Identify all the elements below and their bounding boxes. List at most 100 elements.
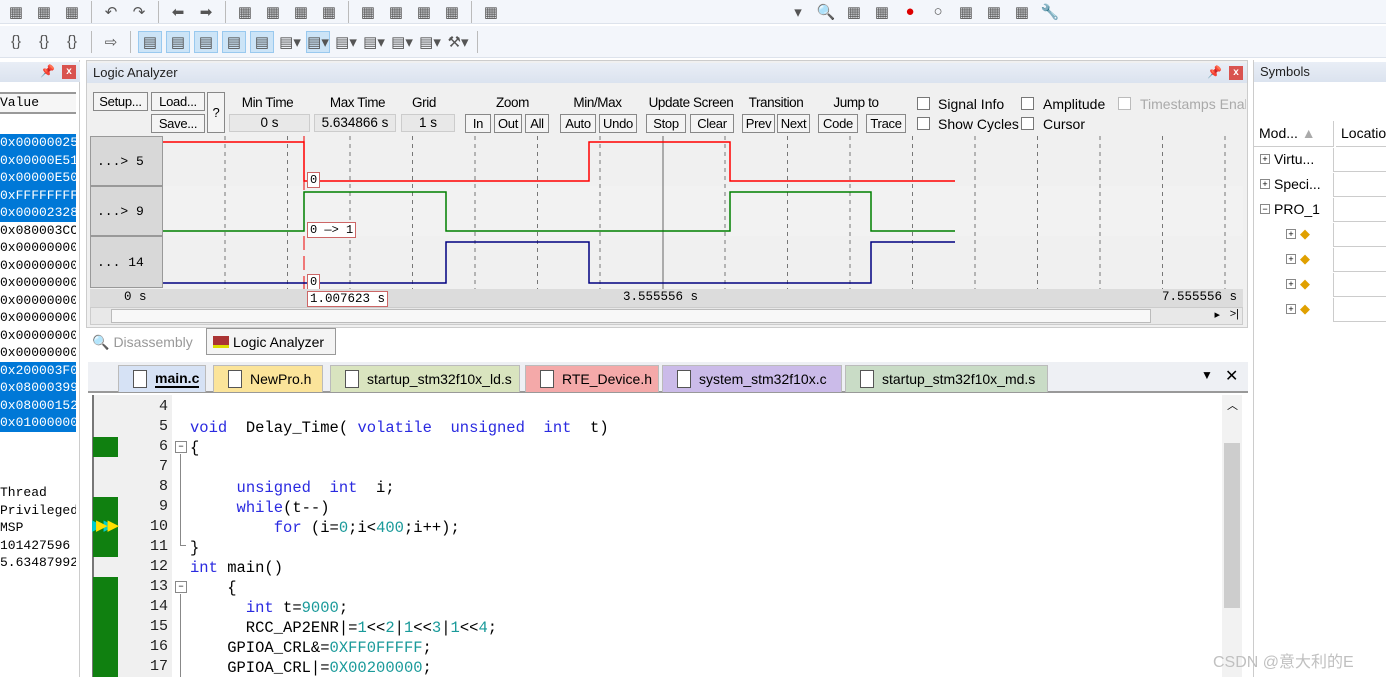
zoom-all-button[interactable]: All bbox=[525, 114, 549, 133]
cut-icon[interactable]: ▦ bbox=[4, 1, 28, 23]
configure-icon[interactable]: 🔧 bbox=[1038, 1, 1062, 23]
trace-window-icon[interactable]: ▤▾ bbox=[390, 31, 414, 53]
memory-window-icon[interactable]: ▤▾ bbox=[306, 30, 330, 53]
register-value[interactable]: 0xFFFFFFFF bbox=[0, 186, 76, 204]
expand-icon[interactable]: + bbox=[1286, 254, 1296, 264]
editor-tab[interactable]: main.c bbox=[118, 365, 206, 392]
code-line[interactable] bbox=[190, 398, 1320, 418]
collapse-icon[interactable]: − bbox=[1260, 204, 1270, 214]
load-button[interactable]: Load... bbox=[151, 92, 205, 111]
find-icon[interactable]: 🔍 bbox=[814, 1, 838, 23]
disassembly-window-icon[interactable]: ▤ bbox=[166, 30, 190, 53]
jump-trace-button[interactable]: Trace bbox=[866, 114, 906, 133]
internal-value[interactable]: 5.63487992 bbox=[0, 554, 76, 572]
bookmark-icon[interactable]: ▦ bbox=[233, 1, 257, 23]
register-value[interactable]: 0x00000025 bbox=[0, 134, 76, 152]
prev-bookmark-icon[interactable]: ▦ bbox=[261, 1, 285, 23]
code-line[interactable]: { bbox=[190, 438, 1320, 458]
expand-icon[interactable]: + bbox=[1260, 154, 1270, 164]
register-value[interactable]: 0x00000000 bbox=[0, 327, 76, 345]
expand-icon[interactable]: + bbox=[1286, 304, 1296, 314]
call-stack-icon[interactable]: ▤ bbox=[250, 30, 274, 53]
analysis-window-icon[interactable]: ▤▾ bbox=[362, 31, 386, 53]
code-line[interactable]: unsigned int i; bbox=[190, 478, 1320, 498]
prev-transition-button[interactable]: Prev bbox=[742, 114, 775, 133]
editor-tab[interactable]: NewPro.h bbox=[213, 365, 323, 392]
amplitude-checkbox[interactable] bbox=[1021, 97, 1034, 110]
navigate-back-icon[interactable]: ⬅ bbox=[166, 1, 190, 23]
code-line[interactable]: GPIOA_CRL&=0XFF0FFFFF; bbox=[190, 638, 1320, 658]
indent-icon[interactable]: ▦ bbox=[356, 1, 380, 23]
breakpoint-icon[interactable]: ● bbox=[898, 1, 922, 23]
next-bookmark-icon[interactable]: ▦ bbox=[289, 1, 313, 23]
scroll-thumb[interactable] bbox=[1224, 443, 1240, 608]
code-line[interactable]: int t=9000; bbox=[190, 598, 1320, 618]
step-icon[interactable]: {} bbox=[4, 31, 28, 53]
register-value[interactable]: 0x00000E51 bbox=[0, 151, 76, 169]
code-line[interactable]: RCC_AP2ENR|=1<<2|1<<3|1<<4; bbox=[190, 618, 1320, 638]
run-to-cursor-icon[interactable]: ⇨ bbox=[99, 31, 123, 53]
kill-breakpoints-icon[interactable]: ▦ bbox=[982, 1, 1006, 23]
expand-icon[interactable]: + bbox=[1286, 279, 1296, 289]
undo-button[interactable]: Undo bbox=[599, 114, 637, 133]
tab-list-dropdown-icon[interactable]: ▼ bbox=[1201, 368, 1213, 382]
code-line[interactable]: int main() bbox=[190, 558, 1320, 578]
register-value[interactable]: 0x00000000 bbox=[0, 344, 76, 362]
symbol-tree-item[interactable]: − PRO_1 bbox=[1260, 201, 1320, 217]
scroll-up-icon[interactable]: ︿ bbox=[1227, 397, 1238, 413]
register-value[interactable]: 0x00000000 bbox=[0, 292, 76, 310]
code-line[interactable] bbox=[190, 458, 1320, 478]
unindent-icon[interactable]: ▦ bbox=[384, 1, 408, 23]
signal-info-checkbox[interactable] bbox=[917, 97, 930, 110]
code-line[interactable]: void Delay_Time( volatile unsigned int t… bbox=[190, 418, 1320, 438]
register-value[interactable]: 0x08000399 bbox=[0, 379, 76, 397]
pin-icon[interactable]: 📌 bbox=[1207, 65, 1222, 79]
internal-value[interactable]: MSP bbox=[0, 519, 76, 537]
uncomment-icon[interactable]: ▦ bbox=[440, 1, 464, 23]
zoom-in-button[interactable]: In bbox=[465, 114, 491, 133]
code-line[interactable]: { bbox=[190, 578, 1320, 598]
code-line[interactable]: while(t--) bbox=[190, 498, 1320, 518]
stop-button[interactable]: Stop bbox=[646, 114, 686, 133]
zoom-out-button[interactable]: Out bbox=[494, 114, 522, 133]
step-over-icon[interactable]: {} bbox=[32, 31, 56, 53]
setup-button[interactable]: Setup... bbox=[93, 92, 148, 111]
internal-value[interactable]: Thread bbox=[0, 484, 76, 502]
register-value[interactable]: 0x08000152 bbox=[0, 396, 76, 414]
symbol-tree-child[interactable]: + ◆ bbox=[1286, 276, 1310, 292]
register-value[interactable]: 0x080003CC bbox=[0, 222, 76, 240]
vertical-scrollbar[interactable]: ︿ bbox=[1222, 395, 1242, 677]
find-in-files-icon[interactable]: ▦ bbox=[479, 1, 503, 23]
comment-icon[interactable]: ▦ bbox=[412, 1, 436, 23]
code-line[interactable]: GPIOA_CRL|=0X00200000; bbox=[190, 658, 1320, 678]
register-value[interactable]: 0x00000000 bbox=[0, 257, 76, 275]
pin-icon[interactable]: 📌 bbox=[40, 64, 55, 78]
help-button[interactable]: ? bbox=[207, 92, 225, 133]
clear-button[interactable]: Clear bbox=[690, 114, 734, 133]
symbol-tree-child[interactable]: + ◆ bbox=[1286, 301, 1310, 317]
expand-icon[interactable]: + bbox=[1286, 229, 1296, 239]
navigate-forward-icon[interactable]: ➡ bbox=[194, 1, 218, 23]
register-value[interactable]: 0x00000000 bbox=[0, 309, 76, 327]
editor-tab[interactable]: startup_stm32f10x_ld.s bbox=[330, 365, 520, 392]
editor-tab[interactable]: startup_stm32f10x_md.s bbox=[845, 365, 1048, 392]
fold-toggle-icon[interactable]: − bbox=[175, 581, 187, 593]
symbol-tree-child[interactable]: + ◆ bbox=[1286, 226, 1310, 242]
toolbox-icon[interactable]: ⚒▾ bbox=[446, 31, 470, 53]
register-value[interactable]: 0x00002328 bbox=[0, 204, 76, 222]
debug-icon[interactable]: ▦ bbox=[842, 1, 866, 23]
register-value[interactable]: 0x00000E50 bbox=[0, 169, 76, 187]
scroll-end-icon[interactable]: >| bbox=[1230, 308, 1239, 320]
tab-logic-analyzer[interactable]: Logic Analyzer bbox=[206, 328, 336, 355]
paste-icon[interactable]: ▦ bbox=[60, 1, 84, 23]
code-line[interactable]: for (i=0;i<400;i++); bbox=[190, 518, 1320, 538]
symbol-tree-item[interactable]: + Virtu... bbox=[1260, 151, 1314, 167]
symbols-window-icon[interactable]: ▤ bbox=[194, 30, 218, 53]
next-transition-button[interactable]: Next bbox=[777, 114, 810, 133]
debug-session-icon[interactable]: ▦ bbox=[870, 1, 894, 23]
save-button[interactable]: Save... bbox=[151, 114, 205, 133]
register-value[interactable]: 0x00000000 bbox=[0, 239, 76, 257]
system-viewer-icon[interactable]: ▤▾ bbox=[418, 31, 442, 53]
signal-label-5[interactable]: ...> 5 bbox=[90, 136, 163, 186]
window-layout-icon[interactable]: ▦ bbox=[1010, 1, 1034, 23]
